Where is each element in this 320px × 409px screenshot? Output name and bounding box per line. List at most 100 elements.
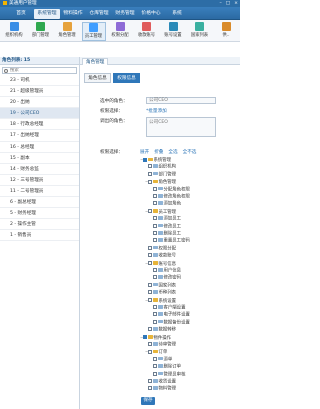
role-list-item[interactable]: 20 - 出纳	[0, 97, 79, 109]
tree-node-checkbox[interactable]	[153, 186, 157, 191]
tab-role-management[interactable]: 角色管理	[82, 58, 109, 65]
tree-node-checkbox[interactable]	[143, 157, 147, 162]
tree-node-checkbox[interactable]	[148, 171, 152, 176]
role-list-item[interactable]: 16 - 总经理	[0, 142, 79, 153]
toolbar-button[interactable]: 组织机构	[2, 22, 26, 41]
tree-node[interactable]: 国家列表	[145, 282, 176, 289]
tab-role-info[interactable]: 角色信息	[84, 73, 111, 83]
minimize-icon[interactable]: –	[220, 1, 222, 6]
tree-node[interactable]: 币种列表	[145, 290, 176, 296]
tree-node-checkbox[interactable]	[153, 201, 157, 206]
tree-node-checkbox[interactable]	[153, 312, 157, 317]
tree-node-checkbox[interactable]	[148, 282, 152, 287]
tree-node-checkbox[interactable]	[148, 342, 152, 346]
tree-node[interactable]: 权限分配	[145, 245, 176, 252]
role-list-item[interactable]: 18 - 行政总经理	[0, 119, 79, 131]
role-list-item[interactable]: 1 - 销售员	[0, 230, 79, 242]
tree-op-link[interactable]: 全选	[168, 150, 177, 155]
toolbar-button[interactable]: 账号设置	[161, 22, 185, 41]
toolbar-button[interactable]: 员工管理	[81, 22, 106, 41]
menu-item[interactable]: 财务管理	[112, 9, 138, 19]
tree-node-checkbox[interactable]	[148, 261, 152, 266]
tree-node-checkbox[interactable]	[153, 216, 157, 221]
tree-node[interactable]: 电子邮件设置	[150, 312, 190, 318]
tree-node-checkbox[interactable]	[153, 238, 157, 243]
tree-node[interactable]: 待审管理	[145, 342, 176, 348]
role-list-item[interactable]: 15 - 副本	[0, 153, 79, 164]
close-icon[interactable]: ×	[234, 1, 238, 6]
menu-item[interactable]: 系统	[164, 9, 190, 19]
tree-node-checkbox[interactable]	[148, 379, 152, 383]
role-list-item[interactable]: 19 - 公司CEO	[0, 108, 79, 120]
tree-node-checkbox[interactable]	[148, 164, 152, 169]
role-search-input[interactable]	[10, 68, 70, 73]
menu-item[interactable]: 系统管理	[34, 9, 60, 19]
tree-node[interactable]: 组织机构	[145, 164, 176, 170]
tree-node-checkbox[interactable]	[148, 290, 152, 295]
tree-node[interactable]: 重置员工密码	[150, 238, 190, 244]
tree-node-checkbox[interactable]	[148, 209, 152, 214]
tree-node[interactable]: 修改密码	[150, 275, 181, 281]
toolbar-button[interactable]: 部门管理	[29, 22, 53, 41]
toolbar-button[interactable]: 国家列表	[188, 22, 212, 41]
tree-op-link[interactable]: 全不选	[183, 150, 197, 155]
toolbar-button[interactable]: 权限分配	[108, 22, 132, 41]
save-button[interactable]: 保存	[141, 397, 155, 405]
role-list-item[interactable]: 11 - 二号管理员	[0, 186, 79, 198]
tree-node[interactable]: − 物件操作	[140, 335, 171, 341]
role-list-item[interactable]: 12 - 三号管理员	[0, 175, 79, 186]
tree-node[interactable]: 添加员工	[150, 216, 181, 222]
tree-node-checkbox[interactable]	[153, 223, 157, 228]
role-list-item[interactable]: 5 - 财务经理	[0, 208, 79, 220]
tree-node[interactable]: 管理员审核	[150, 371, 185, 378]
role-list-item[interactable]: 6 - 副总经理	[0, 197, 79, 209]
tree-node-checkbox[interactable]	[153, 268, 157, 272]
tree-node[interactable]: 添加角色	[150, 201, 181, 207]
tree-node[interactable]: 收款账号	[145, 253, 176, 259]
tree-node[interactable]: 客户端设置	[150, 305, 185, 311]
tree-node-checkbox[interactable]	[148, 179, 152, 184]
tree-node-checkbox[interactable]	[148, 298, 152, 303]
role-list-item[interactable]: 23 - 司机	[0, 75, 79, 87]
tree-node[interactable]: 修改员工	[150, 223, 181, 230]
tree-node[interactable]: 修改角色权限	[150, 194, 190, 200]
toolbar-button[interactable]: 角色管理	[55, 22, 79, 41]
tree-op-link[interactable]: 折叠	[154, 150, 163, 155]
toolbar-button[interactable]: 供..	[214, 22, 238, 41]
tree-op-link[interactable]: 展开	[140, 150, 149, 155]
tree-node-checkbox[interactable]	[148, 386, 152, 391]
menu-item[interactable]: 物料操作	[60, 9, 86, 19]
tree-node[interactable]: − 员工管理	[145, 209, 176, 215]
tree-node[interactable]: 数据转移	[145, 327, 176, 333]
tree-node-checkbox[interactable]	[153, 231, 157, 235]
tree-node[interactable]: 添单	[150, 356, 172, 363]
tree-node-checkbox[interactable]	[143, 335, 147, 340]
tree-node[interactable]: 用户信息	[150, 268, 181, 274]
tree-node[interactable]: 删除员工	[150, 231, 181, 237]
role-list-item[interactable]: 14 - 财务总监	[0, 164, 79, 175]
tree-node-checkbox[interactable]	[148, 349, 152, 354]
tree-node-checkbox[interactable]	[153, 371, 157, 376]
tree-node[interactable]: − 订单	[145, 349, 167, 355]
selected-role-field[interactable]: 公司CEO	[146, 97, 216, 104]
tree-node-checkbox[interactable]	[153, 305, 157, 309]
tree-node-checkbox[interactable]	[153, 356, 157, 361]
tree-node[interactable]: 分配角色权限	[150, 186, 190, 193]
tree-node[interactable]: − 系统管理	[140, 157, 171, 163]
menu-item[interactable]: 仓库管理	[86, 9, 112, 19]
tree-node-checkbox[interactable]	[153, 194, 157, 198]
tree-node[interactable]: 数据备份设置	[150, 319, 190, 326]
tab-permission-info[interactable]: 权限信息	[113, 73, 140, 83]
tree-node[interactable]: 收货设置	[145, 379, 176, 385]
maximize-icon[interactable]: □	[226, 1, 230, 6]
tree-node[interactable]: 部门管理	[145, 171, 176, 178]
role-list-item[interactable]: 17 - 出纳经理	[0, 130, 79, 142]
toolbar-button[interactable]: 收款账号	[135, 22, 159, 41]
tree-node-checkbox[interactable]	[153, 319, 157, 324]
tree-node[interactable]: 删除订单	[150, 364, 181, 370]
batch-add-link[interactable]: *批量添加	[146, 108, 167, 114]
tree-node-checkbox[interactable]	[148, 253, 152, 258]
role-list-item[interactable]: 21 - 超级管理员	[0, 86, 79, 98]
source-role-field[interactable]: 公司CEO	[146, 117, 216, 137]
menu-item[interactable]: 首页	[8, 9, 34, 19]
